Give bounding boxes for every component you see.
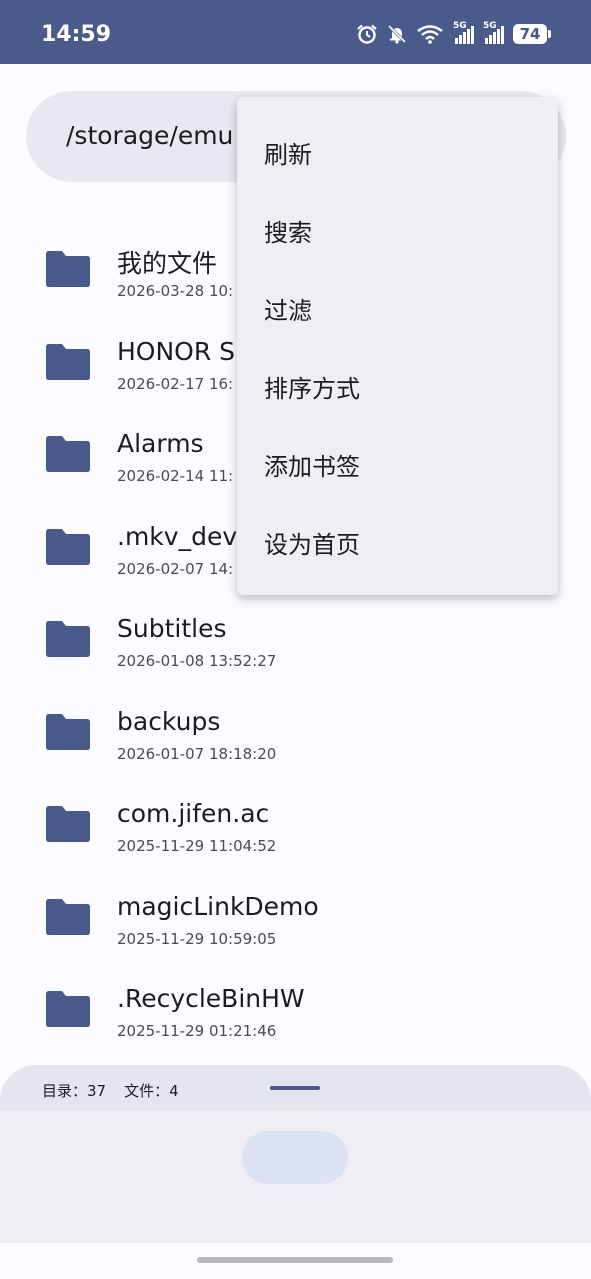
folder-icon <box>46 344 90 380</box>
file-name: .mkv_devi <box>117 522 245 551</box>
menu-item-sort[interactable]: 排序方式 <box>237 331 558 409</box>
signal-icon: 5G <box>453 21 474 44</box>
menu-item-label: 添加书签 <box>264 453 360 481</box>
menu-item-add-bookmark[interactable]: 添加书签 <box>237 409 558 487</box>
menu-item-filter[interactable]: 过滤 <box>237 253 558 331</box>
file-date: 2026-02-14 11: <box>117 467 234 485</box>
file-name: backups <box>117 707 221 736</box>
file-name: magicLinkDemo <box>117 892 319 921</box>
status-time: 14:59 <box>41 22 112 47</box>
list-item[interactable]: Subtitles 2026-01-08 13:52:27 <box>0 590 591 682</box>
bell-muted-icon <box>387 24 407 44</box>
wifi-icon <box>417 25 443 44</box>
item-counts: 目录：37 文件：4 <box>42 1080 179 1101</box>
list-item[interactable]: com.jifen.ac 2025-11-29 11:04:52 <box>0 775 591 867</box>
menu-item-set-homepage[interactable]: 设为首页 <box>237 487 558 565</box>
menu-item-search[interactable]: 搜索 <box>237 175 558 253</box>
menu-item-label: 排序方式 <box>264 375 360 403</box>
folder-icon <box>46 714 90 750</box>
battery-icon: 74 <box>513 24 551 44</box>
menu-item-label: 过滤 <box>264 297 312 325</box>
file-count: 文件：4 <box>124 1082 179 1100</box>
file-date: 2026-02-07 14: <box>117 560 234 578</box>
file-date: 2025-11-29 01:21:46 <box>117 1022 277 1040</box>
folder-icon <box>46 621 90 657</box>
navigation-bar <box>0 1243 591 1279</box>
list-item[interactable]: backups 2026-01-07 18:18:20 <box>0 683 591 775</box>
battery-level: 74 <box>513 24 547 44</box>
overflow-menu: 刷新 搜索 过滤 排序方式 添加书签 设为首页 <box>237 97 558 595</box>
bottom-sheet: 目录：37 文件：4 <box>0 1065 591 1243</box>
directory-count: 目录：37 <box>42 1082 107 1100</box>
menu-item-label: 刷新 <box>264 141 312 169</box>
folder-icon <box>46 806 90 842</box>
folder-icon <box>46 529 90 565</box>
file-name: Subtitles <box>117 614 227 643</box>
alarm-icon <box>357 24 377 44</box>
file-date: 2025-11-29 10:59:05 <box>117 930 277 948</box>
folder-icon <box>46 991 90 1027</box>
file-date: 2025-11-29 11:04:52 <box>117 837 277 855</box>
file-date: 2026-02-17 16: <box>117 375 234 393</box>
status-bar: 14:59 5G 5G 74 <box>0 0 591 64</box>
menu-item-label: 搜索 <box>264 219 312 247</box>
status-icons: 5G 5G 74 <box>356 21 551 44</box>
file-name: Alarms <box>117 429 204 458</box>
folder-icon <box>46 436 90 472</box>
drag-handle[interactable] <box>270 1086 320 1090</box>
list-item[interactable]: magicLinkDemo 2025-11-29 10:59:05 <box>0 868 591 960</box>
file-date: 2026-03-28 10: <box>117 282 234 300</box>
folder-icon <box>46 251 90 287</box>
action-button[interactable] <box>242 1131 348 1184</box>
home-gesture-handle[interactable] <box>197 1257 393 1263</box>
file-name: .RecycleBinHW <box>117 984 305 1013</box>
sheet-header: 目录：37 文件：4 <box>0 1065 591 1111</box>
menu-item-label: 设为首页 <box>264 531 360 559</box>
file-name: HONOR S <box>117 337 236 366</box>
list-item[interactable]: .RecycleBinHW 2025-11-29 01:21:46 <box>0 960 591 1052</box>
file-date: 2026-01-07 18:18:20 <box>117 745 277 763</box>
file-name: 我的文件 <box>117 249 218 278</box>
signal-icon: 5G <box>483 21 504 44</box>
file-name: com.jifen.ac <box>117 799 270 828</box>
file-date: 2026-01-08 13:52:27 <box>117 652 277 670</box>
path-text: /storage/emu <box>66 121 234 150</box>
menu-item-refresh[interactable]: 刷新 <box>237 97 558 175</box>
folder-icon <box>46 899 90 935</box>
